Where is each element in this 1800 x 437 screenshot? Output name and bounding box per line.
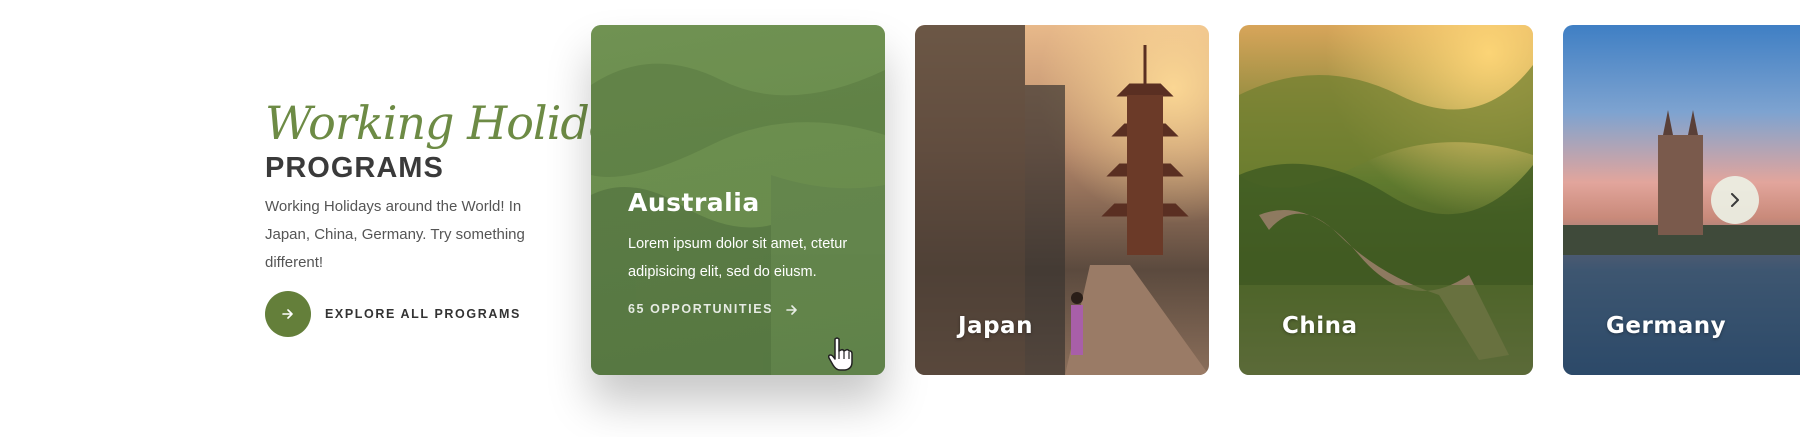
card-title: China	[1282, 313, 1358, 339]
program-card-china[interactable]: China	[1239, 25, 1533, 375]
script-title: Working Holiday	[265, 96, 641, 150]
explore-label[interactable]: EXPLORE ALL PROGRAMS	[325, 307, 521, 321]
opportunities-label[interactable]: 65 OPPORTUNITIES	[628, 302, 773, 316]
arrow-right-icon	[786, 304, 797, 315]
explore-all-programs-link[interactable]: EXPLORE ALL PROGRAMS	[265, 291, 535, 337]
section-title: PROGRAMS	[265, 152, 444, 184]
program-card-germany[interactable]: Germany	[1563, 25, 1800, 375]
card-title: Australia	[628, 188, 760, 217]
carousel-next-button[interactable]	[1711, 176, 1759, 224]
hand-pointer-icon	[827, 337, 853, 371]
program-card-japan[interactable]: Japan	[915, 25, 1209, 375]
card-description: Lorem ipsum dolor sit amet, ctetur adipi…	[628, 236, 848, 280]
opportunities-link[interactable]: 65 OPPORTUNITIES	[628, 302, 798, 316]
arrow-right-icon	[282, 309, 293, 319]
program-card-australia[interactable]: Australia Lorem ipsum dolor sit amet, ct…	[591, 25, 885, 375]
intro-section: Working Holiday PROGRAMS Working Holiday…	[265, 96, 641, 337]
intro-description: Working Holidays around the World! In Ja…	[265, 198, 525, 271]
explore-button[interactable]	[265, 291, 311, 337]
card-title: Japan	[958, 313, 1033, 339]
card-title: Germany	[1606, 313, 1727, 339]
chevron-right-icon	[1731, 193, 1739, 207]
